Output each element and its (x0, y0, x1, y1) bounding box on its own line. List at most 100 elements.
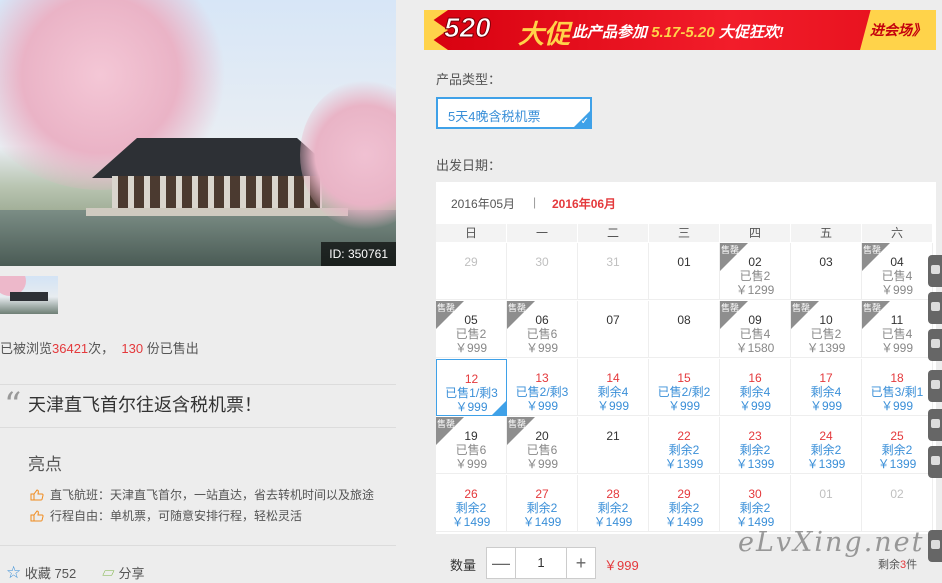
day-number: 08 (677, 313, 691, 327)
month-tabs: 2016年05月 | 2016年06月 (436, 182, 936, 222)
day-price: ￥1299 (735, 283, 775, 297)
calendar-day-cell[interactable]: 12 已售1/剩3 ￥999 (436, 359, 507, 416)
day-status: 剩余2 (668, 443, 700, 457)
calendar-day-cell[interactable]: 28 剩余2 ￥1499 (578, 475, 649, 532)
calendar-day-cell[interactable]: 23 剩余2 ￥1399 (720, 417, 791, 474)
quote-mark-icon: “ (4, 385, 22, 425)
day-price: ￥1399 (806, 457, 846, 471)
calendar-day-cell[interactable]: 售罄 04 已售4 ￥999 (862, 243, 933, 300)
side-tool-share[interactable] (928, 292, 942, 324)
sold-out-tag-text: 售罄 (721, 303, 740, 313)
calendar-day-cell[interactable]: 24 剩余2 ￥1399 (791, 417, 862, 474)
day-number: 22 (677, 429, 691, 443)
day-number: 26 (464, 487, 478, 501)
day-status: 已售2 (739, 269, 771, 283)
share-link[interactable]: 分享 (118, 566, 144, 581)
sold-out-tag-text: 售罄 (721, 245, 740, 255)
calendar-day-cell[interactable]: 13 已售2/剩3 ￥999 (507, 359, 578, 416)
calendar-day-cell[interactable]: 15 已售2/剩2 ￥999 (649, 359, 720, 416)
side-tool-qrcode[interactable] (928, 530, 942, 562)
calendar-day-cell[interactable]: 07 (578, 301, 649, 358)
calendar-day-cell[interactable]: 21 (578, 417, 649, 474)
calendar-day-cell: 29 (436, 243, 507, 300)
side-tool-phone[interactable] (928, 446, 942, 478)
calendar-day-cell[interactable]: 17 剩余4 ￥999 (791, 359, 862, 416)
side-tool-service[interactable] (928, 370, 942, 402)
banner-520: 520 (444, 12, 492, 44)
calendar-day-cell[interactable]: 16 剩余4 ￥999 (720, 359, 791, 416)
product-type-option[interactable]: 5天4晚含税机票 ✓ (436, 97, 592, 129)
quantity-input[interactable]: 1 (515, 548, 567, 578)
calendar-day-cell[interactable]: 售罄 02 已售2 ￥1299 (720, 243, 791, 300)
calendar-day-cell[interactable]: 售罄 19 已售6 ￥999 (436, 417, 507, 474)
sold-out-tag-text: 售罄 (437, 303, 456, 313)
quantity-minus-button[interactable]: — (487, 548, 515, 578)
product-title: 天津直飞首尔往返含税机票！ (28, 395, 262, 415)
enter-venue-button[interactable]: 进会场》 (860, 10, 936, 50)
calendar-day-cell[interactable]: 22 剩余2 ￥1399 (649, 417, 720, 474)
share-icon[interactable]: ▱ (102, 566, 115, 581)
quantity-plus-button[interactable]: + (567, 548, 595, 578)
day-status: 剩余4 (597, 385, 629, 399)
day-status: 已售6 (526, 443, 558, 457)
photo-thumbnail[interactable] (0, 276, 58, 314)
day-status: 已售1/剩3 (445, 386, 498, 400)
calendar-day-cell[interactable]: 售罄 11 已售4 ￥999 (862, 301, 933, 358)
total-price: ￥999 (604, 558, 639, 573)
day-status: 剩余2 (881, 443, 913, 457)
quantity-label: 数量 (450, 558, 477, 573)
day-status: 已售4 (881, 269, 913, 283)
calendar-day-cell[interactable]: 26 剩余2 ￥1499 (436, 475, 507, 532)
calendar-day-cell: 31 (578, 243, 649, 300)
calendar-day-cell[interactable]: 14 剩余4 ￥999 (578, 359, 649, 416)
month-tab-may[interactable]: 2016年05月 (451, 195, 515, 212)
promo-banner[interactable]: 520 大促 此产品参加 5.17-5.20 大促狂欢! 进会场》 (424, 10, 936, 50)
calendar-day-cell[interactable]: 18 已售3/剩1 ￥999 (862, 359, 933, 416)
day-number: 21 (606, 429, 620, 443)
day-status: 剩余4 (739, 385, 771, 399)
day-status: 已售6 (526, 327, 558, 341)
day-number: 29 (677, 487, 691, 501)
day-price: ￥999 (454, 341, 488, 355)
month-tab-june[interactable]: 2016年06月 (552, 195, 616, 212)
calendar-day-cell[interactable]: 售罄 20 已售6 ￥999 (507, 417, 578, 474)
phone-icon (931, 456, 940, 465)
highlight-item: 直飞航班：天津直飞首尔，一站直达，省去转机时间以及旅途 (30, 486, 374, 503)
side-tool-chat[interactable] (928, 409, 942, 441)
calendar-day-cell[interactable]: 08 (649, 301, 720, 358)
day-price: ￥999 (525, 457, 559, 471)
calendar-day-cell[interactable]: 29 剩余2 ￥1499 (649, 475, 720, 532)
calendar-day-cell[interactable]: 售罄 09 已售4 ￥1580 (720, 301, 791, 358)
day-number: 23 (748, 429, 762, 443)
day-price: ￥999 (880, 341, 914, 355)
day-number: 01 (819, 487, 833, 501)
right-panel: 520 大促 此产品参加 5.17-5.20 大促狂欢! 进会场》 产品类型： … (420, 0, 942, 579)
day-status: 剩余4 (810, 385, 842, 399)
watermark: eLvXing.net (738, 527, 925, 558)
calendar-day-cell[interactable]: 30 剩余2 ￥1499 (720, 475, 791, 532)
calendar-day-cell[interactable]: 25 剩余2 ￥1399 (862, 417, 933, 474)
views-suffix: 次， (88, 341, 115, 356)
banner-text-pre: 此产品参加 (572, 24, 648, 41)
photo-id-badge: ID: 350761 (321, 242, 396, 266)
day-price: ￥1399 (877, 457, 917, 471)
calendar-day-cell[interactable]: 01 (649, 243, 720, 300)
day-price: ￥1399 (664, 457, 704, 471)
product-photo[interactable]: ID: 350761 (0, 0, 396, 266)
side-tool-favorite[interactable] (928, 329, 942, 361)
day-number: 30 (535, 255, 549, 269)
remain-pre: 剩余 (878, 559, 900, 571)
calendar-day-cell[interactable]: 27 剩余2 ￥1499 (507, 475, 578, 532)
view-stats: 已被浏览36421次， 130 份已售出 (0, 338, 199, 357)
calendar-day-cell[interactable]: 售罄 05 已售2 ￥999 (436, 301, 507, 358)
day-number: 31 (606, 255, 620, 269)
side-tool-cart[interactable] (928, 255, 942, 287)
day-status: 剩余2 (526, 501, 558, 515)
collect-link[interactable]: 收藏 752 (25, 566, 76, 581)
calendar-day-cell[interactable]: 售罄 06 已售6 ￥999 (507, 301, 578, 358)
star-icon[interactable]: ☆ (6, 563, 21, 582)
calendar-day-cell[interactable]: 售罄 10 已售2 ￥1399 (791, 301, 862, 358)
calendar-day-cell[interactable]: 03 (791, 243, 862, 300)
thumb-up-icon (30, 489, 44, 501)
weekday-header: 四 (720, 224, 790, 242)
